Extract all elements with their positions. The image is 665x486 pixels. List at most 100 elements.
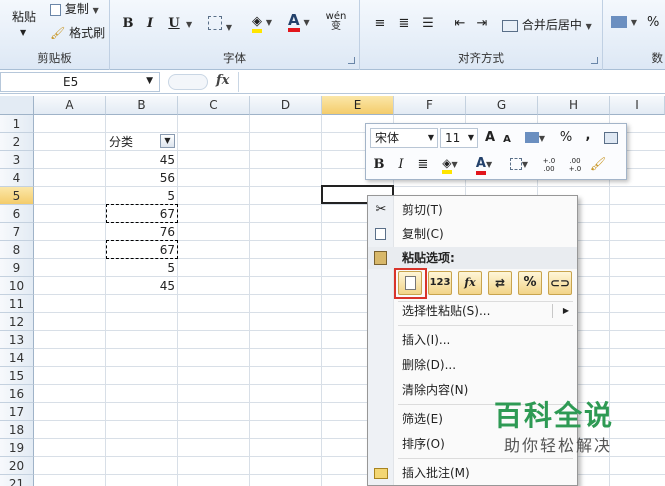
paste-formulas-button[interactable]: fx xyxy=(458,271,482,295)
row-header-11[interactable]: 11 xyxy=(0,295,34,313)
menu-item-copy[interactable]: 复制(C) xyxy=(368,223,577,245)
underline-dropdown-icon[interactable]: ▼ xyxy=(186,20,192,29)
mini-center-button[interactable]: ≣ xyxy=(414,155,432,175)
mini-format-table-button[interactable] xyxy=(602,128,620,148)
paste-button[interactable]: 粘贴 xyxy=(12,8,36,25)
cell-b9[interactable]: 5 xyxy=(106,259,178,277)
row-header-5[interactable]: 5 xyxy=(0,187,34,205)
insert-function-button[interactable]: fx xyxy=(216,73,229,88)
row-header-9[interactable]: 9 xyxy=(0,259,34,277)
menu-item-cut-label: 剪切(T) xyxy=(402,203,443,217)
alignment-dialog-launcher[interactable] xyxy=(591,57,598,64)
mini-bold-button[interactable]: B xyxy=(370,155,388,175)
paste-formatting-button[interactable]: % xyxy=(518,271,542,295)
mini-border-icon xyxy=(509,157,522,170)
mini-comma-button[interactable]: , xyxy=(582,126,594,146)
row-header-6[interactable]: 6 xyxy=(0,205,34,223)
menu-item-delete[interactable]: 删除(D)... xyxy=(368,354,577,376)
column-header-d[interactable]: D xyxy=(250,96,322,115)
italic-button[interactable]: I xyxy=(140,14,160,34)
mini-percent-button[interactable]: % xyxy=(558,128,574,148)
name-box[interactable]: E5 ▼ xyxy=(0,72,160,92)
font-dialog-launcher[interactable] xyxy=(348,57,355,64)
filter-dropdown-icon[interactable]: ▼ xyxy=(160,134,175,148)
mini-font-size-select[interactable]: 11 ▼ xyxy=(440,128,478,148)
decrease-indent-button[interactable]: ⇤ xyxy=(450,14,470,34)
row-header-1[interactable]: 1 xyxy=(0,115,34,133)
phonetic-button[interactable]: wén 变 xyxy=(324,12,348,32)
mini-border-button[interactable]: ▼ xyxy=(506,154,532,174)
watermark-subtitle: 助你轻松解决 xyxy=(504,436,613,455)
row-header-19[interactable]: 19 xyxy=(0,439,34,457)
row-header-17[interactable]: 17 xyxy=(0,403,34,421)
percent-style-button[interactable]: % xyxy=(647,15,659,30)
row-header-8[interactable]: 8 xyxy=(0,241,34,259)
row-header-13[interactable]: 13 xyxy=(0,331,34,349)
mini-accounting-button[interactable]: ▼ xyxy=(522,128,548,148)
mini-italic-button[interactable]: I xyxy=(392,155,410,175)
mini-increase-decimal-button[interactable]: +.0 .00 xyxy=(538,157,560,177)
row-header-14[interactable]: 14 xyxy=(0,349,34,367)
merge-center-button[interactable]: 合并后居中 ▼ xyxy=(502,16,592,33)
menu-item-insert[interactable]: 插入(I)... xyxy=(368,329,577,351)
row-header-16[interactable]: 16 xyxy=(0,385,34,403)
bold-button[interactable]: B xyxy=(118,14,138,34)
cell-b3[interactable]: 45 xyxy=(106,151,178,169)
cell-b7[interactable]: 76 xyxy=(106,223,178,241)
column-header-a[interactable]: A xyxy=(34,96,106,115)
row-header-18[interactable]: 18 xyxy=(0,421,34,439)
mini-font-color-icon: A xyxy=(475,157,486,175)
paste-dropdown-icon[interactable]: ▼ xyxy=(20,28,26,37)
paste-link-button[interactable]: ⊂⊃ xyxy=(548,271,572,295)
menu-item-cut[interactable]: ✂ 剪切(T) xyxy=(368,199,577,221)
mini-decrease-decimal-button[interactable]: .00 +.0 xyxy=(564,157,586,177)
row-header-2[interactable]: 2 xyxy=(0,133,34,151)
column-header-e[interactable]: E xyxy=(322,96,394,115)
cell-b5[interactable]: 5 xyxy=(106,187,178,205)
accounting-format-button[interactable]: ▼ xyxy=(611,14,637,28)
column-header-i[interactable]: I xyxy=(610,96,665,115)
row-header-4[interactable]: 4 xyxy=(0,169,34,187)
row-header-10[interactable]: 10 xyxy=(0,277,34,295)
row-header-21[interactable]: 21 xyxy=(0,475,34,486)
increase-indent-button[interactable]: ⇥ xyxy=(472,14,492,34)
font-color-button[interactable]: A ▼ xyxy=(288,12,310,32)
paste-transpose-button[interactable]: ⇄ xyxy=(488,271,512,295)
column-header-f[interactable]: F xyxy=(394,96,466,115)
column-header-h[interactable]: H xyxy=(538,96,610,115)
cell-b10[interactable]: 45 xyxy=(106,277,178,295)
row-header-7[interactable]: 7 xyxy=(0,223,34,241)
paste-values-button[interactable]: 123 xyxy=(428,271,452,295)
row-header-20[interactable]: 20 xyxy=(0,457,34,475)
format-painter-icon: 🖌 xyxy=(50,26,66,40)
row-header-3[interactable]: 3 xyxy=(0,151,34,169)
align-center-button[interactable]: ≣ xyxy=(394,14,414,34)
formula-input[interactable] xyxy=(238,72,665,92)
column-header-b[interactable]: B xyxy=(106,96,178,115)
mini-fill-color-button[interactable]: ◈▼ xyxy=(436,154,464,174)
border-button[interactable]: ▼ xyxy=(208,16,232,33)
menu-item-paste-special[interactable]: 选择性粘贴(S)... ▶ xyxy=(368,300,577,322)
format-painter-button[interactable]: 🖌 格式刷 xyxy=(50,24,105,41)
copy-button[interactable]: 复制 ▼ xyxy=(50,0,99,17)
copy-marquee-b8 xyxy=(106,240,178,259)
mini-font-color-button[interactable]: A▼ xyxy=(470,154,498,175)
name-box-dropdown-icon[interactable]: ▼ xyxy=(146,76,153,86)
column-header-g[interactable]: G xyxy=(466,96,538,115)
fill-color-button[interactable]: ◈ ▼ xyxy=(252,14,272,33)
column-header-c[interactable]: C xyxy=(178,96,250,115)
formula-bar-splitter[interactable] xyxy=(168,74,208,90)
cell-b4[interactable]: 56 xyxy=(106,169,178,187)
underline-button[interactable]: U xyxy=(164,14,184,34)
row-header-15[interactable]: 15 xyxy=(0,367,34,385)
align-right-button[interactable]: ☰ xyxy=(418,14,438,34)
row-header-12[interactable]: 12 xyxy=(0,313,34,331)
mini-font-name-select[interactable]: 宋体 ▼ xyxy=(370,128,438,148)
select-all-corner[interactable] xyxy=(0,96,34,115)
copy-marquee-b6 xyxy=(106,204,178,223)
mini-format-painter-button[interactable]: 🖌 xyxy=(588,155,608,175)
menu-item-insert-comment[interactable]: 插入批注(M) xyxy=(368,462,577,484)
mini-shrink-font-button[interactable]: A xyxy=(500,130,514,150)
align-left-button[interactable]: ≡ xyxy=(370,14,390,34)
mini-grow-font-button[interactable]: A xyxy=(482,128,498,148)
